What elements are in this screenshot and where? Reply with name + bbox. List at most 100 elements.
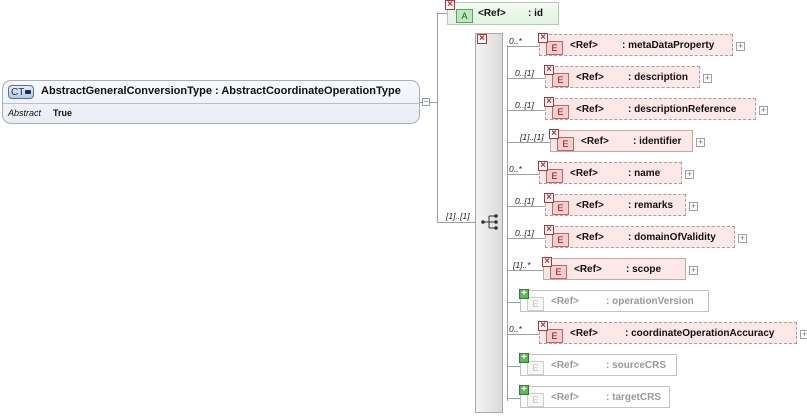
element-multiplicity: 0..* [509,36,522,46]
element-ref: <Ref> [574,264,602,275]
element-remove-icon[interactable]: × [538,33,548,43]
element-node[interactable]: E <Ref> : name [539,162,682,184]
element-remove-icon[interactable]: × [538,161,548,171]
element-connector [507,142,550,143]
element-multiplicity: 0..[1] [515,228,534,238]
complex-type-box[interactable]: CT AbstractGeneralConversionType : Abstr… [2,80,420,124]
sequence-icon [481,214,498,230]
expand-icon[interactable]: + [800,330,807,339]
attribute-remove-icon[interactable]: × [445,0,455,10]
element-name: : identifier [633,136,682,147]
element-badge-icon: E [527,393,544,407]
connector-to-sequence [437,222,475,223]
element-multiplicity: 0..[1] [515,100,534,110]
element-node[interactable]: E <Ref>: sourceCRS [520,354,677,376]
element-connector [507,302,520,303]
element-badge-icon: E [546,169,563,183]
element-node[interactable]: E <Ref>: domainOfValidity [545,226,735,248]
complex-type-badge-text: CT [11,87,25,98]
element-add-icon[interactable]: + [519,385,529,395]
collapse-toggle[interactable]: − [422,98,430,106]
element-badge-icon: E [557,137,574,151]
element-remove-icon[interactable]: × [544,65,554,75]
connector-to-attribute [437,13,447,14]
element-add-icon[interactable]: + [519,289,529,299]
element-name: : sourceCRS [606,360,667,371]
element-ref: <Ref> [551,392,579,403]
element-name: : coordinateOperationAccuracy [625,328,775,339]
element-remove-icon[interactable]: × [544,193,554,203]
element-ref: <Ref> [576,232,604,243]
element-remove-icon[interactable]: × [538,321,548,331]
element-badge-icon: E [552,105,569,119]
element-connector [507,238,545,239]
connector-seq-spine [507,45,508,401]
element-multiplicity: [1]..* [513,260,531,270]
element-node[interactable]: E <Ref>: scope [543,258,686,280]
element-name: : metaDataProperty [622,40,715,51]
element-node[interactable]: E <Ref> : identifier [550,130,693,152]
element-ref: <Ref> [576,200,604,211]
expand-icon[interactable]: + [689,202,698,211]
abstract-attribute-name: Abstract [8,108,42,118]
element-ref: <Ref> [570,40,598,51]
element-node[interactable]: E <Ref>: descriptionReference [545,98,756,120]
attribute-badge-icon: A [456,9,473,23]
connector-trunk [437,13,438,223]
element-ref: <Ref> [581,136,609,147]
attribute-node-id[interactable]: A <Ref> : id [447,2,559,25]
element-ref: <Ref> [576,72,604,83]
complex-type-divider [3,103,419,104]
expand-icon[interactable]: + [759,106,768,115]
element-badge-icon: E [552,201,569,215]
complex-type-base: : AbstractCoordinateOperationType [215,85,401,97]
element-remove-icon[interactable]: × [549,129,559,139]
expand-icon[interactable]: + [703,74,712,83]
element-node[interactable]: E <Ref> : metaDataProperty [539,34,733,56]
element-connector [507,78,545,79]
element-multiplicity: 0..* [509,164,522,174]
element-add-icon[interactable]: + [519,353,529,363]
element-connector [507,110,545,111]
expand-icon[interactable]: + [685,170,694,179]
element-connector [507,206,545,207]
element-ref: <Ref> [570,168,598,179]
element-badge-icon: E [546,41,563,55]
element-remove-icon[interactable]: × [544,97,554,107]
element-name: : name [628,168,661,179]
element-multiplicity: [1]..[1] [520,132,544,142]
element-remove-icon[interactable]: × [544,225,554,235]
element-node[interactable]: E <Ref>: targetCRS [520,386,670,408]
element-node[interactable]: E <Ref>: remarks [545,194,686,216]
element-ref: <Ref> [551,296,579,307]
element-connector [507,270,543,271]
element-node[interactable]: E <Ref>: description [545,66,700,88]
element-multiplicity: 0..* [509,324,522,334]
expand-icon[interactable]: + [696,138,705,147]
element-connector [507,366,520,367]
element-name: : scope [626,264,662,275]
expand-icon[interactable]: + [738,234,747,243]
element-badge-icon: E [527,361,544,375]
element-badge-icon: E [527,297,544,311]
element-node[interactable]: E <Ref>: coordinateOperationAccuracy [539,322,797,344]
attribute-ref: <Ref> [478,8,506,19]
sequence-compositor[interactable] [475,33,503,413]
element-name: : descriptionReference [628,104,737,115]
complex-type-name: AbstractGeneralConversionType [41,85,212,97]
element-connector [507,46,539,47]
element-remove-icon[interactable]: × [542,257,552,267]
complex-type-title: AbstractGeneralConversionType : Abstract… [41,85,401,97]
element-connector [507,334,539,335]
expand-icon[interactable]: + [689,266,698,275]
sequence-remove-icon[interactable]: × [477,34,487,44]
element-multiplicity: 0..[1] [515,196,534,206]
complex-type-badge: CT [8,85,34,99]
element-node[interactable]: E <Ref>: operationVersion [520,290,709,312]
sequence-multiplicity: [1]..[1] [446,211,470,221]
expand-icon[interactable]: + [736,42,745,51]
element-connector [507,398,520,399]
abstract-attribute-value: True [53,108,73,118]
arrow-icon [25,90,31,94]
attribute-name: : id [528,8,543,19]
